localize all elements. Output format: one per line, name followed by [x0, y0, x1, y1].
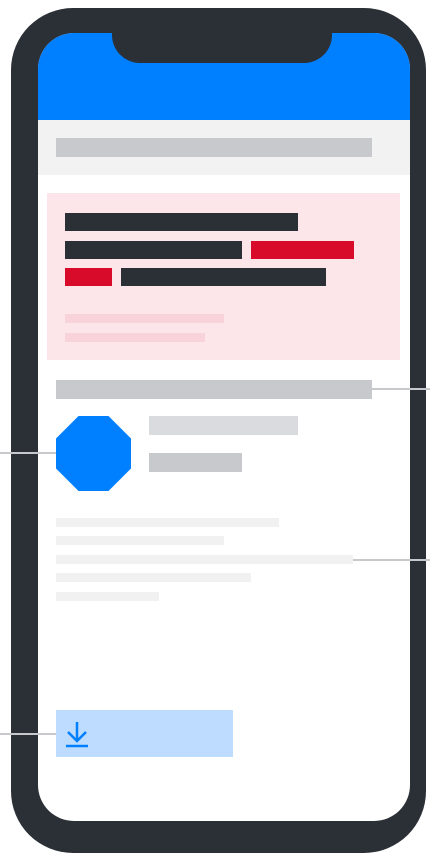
leader-line-avatar [0, 452, 56, 454]
profile-subtitle-placeholder [149, 453, 242, 472]
paragraph-line-3 [56, 555, 353, 564]
leader-line-section-heading [372, 388, 430, 390]
paragraph-line-1 [56, 518, 279, 527]
leader-line-download [0, 733, 56, 735]
leader-line-paragraph [353, 559, 430, 561]
alert-line-1 [65, 213, 298, 231]
alert-highlight-2 [65, 268, 112, 286]
alert-line-2a [65, 241, 242, 259]
section-heading-placeholder [56, 380, 372, 399]
paragraph-line-2 [56, 536, 224, 545]
profile-name-placeholder [149, 416, 298, 435]
top-bar-title-placeholder [56, 138, 372, 157]
paragraph-line-5 [56, 592, 159, 601]
download-icon [66, 722, 88, 748]
octagon-avatar-icon [56, 416, 131, 491]
alert-faint-line-2 [65, 333, 205, 342]
alert-line-3 [121, 268, 326, 286]
alert-highlight-1 [251, 241, 354, 259]
paragraph-line-4 [56, 573, 251, 582]
notch [112, 8, 332, 63]
alert-faint-line-1 [65, 314, 224, 323]
